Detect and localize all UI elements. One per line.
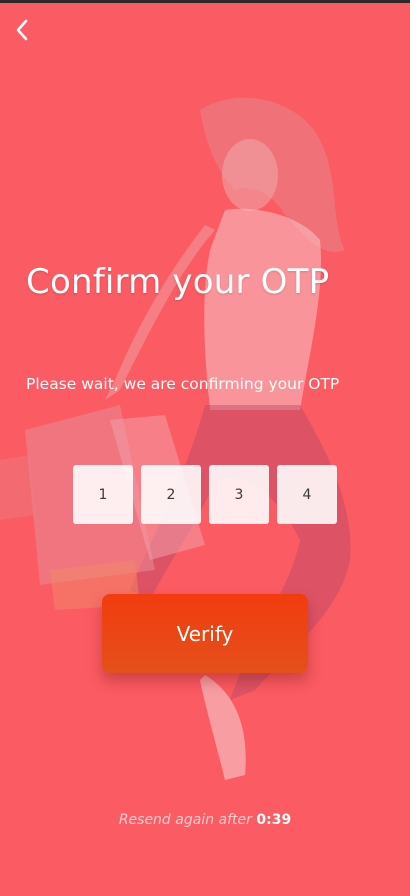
- otp-digit-2[interactable]: 2: [141, 465, 201, 524]
- page-subtitle: Please wait, we are confirming your OTP: [26, 375, 340, 393]
- otp-input-group: 1 2 3 4: [73, 465, 337, 524]
- otp-digit-4[interactable]: 4: [277, 465, 337, 524]
- back-button[interactable]: [6, 14, 38, 46]
- page-title: Confirm your OTP: [26, 262, 330, 302]
- chevron-left-icon: [16, 19, 28, 41]
- otp-digit-1[interactable]: 1: [73, 465, 133, 524]
- resend-countdown: 0:39: [256, 812, 292, 828]
- otp-digit-3[interactable]: 3: [209, 465, 269, 524]
- resend-timer-row: Resend again after 0:39: [0, 812, 410, 828]
- otp-screen: Confirm your OTP Please wait, we are con…: [0, 0, 410, 896]
- status-strip: [0, 0, 410, 3]
- background-photo: [0, 97, 351, 780]
- verify-button[interactable]: Verify: [102, 594, 308, 673]
- resend-label: Resend again after: [118, 812, 252, 828]
